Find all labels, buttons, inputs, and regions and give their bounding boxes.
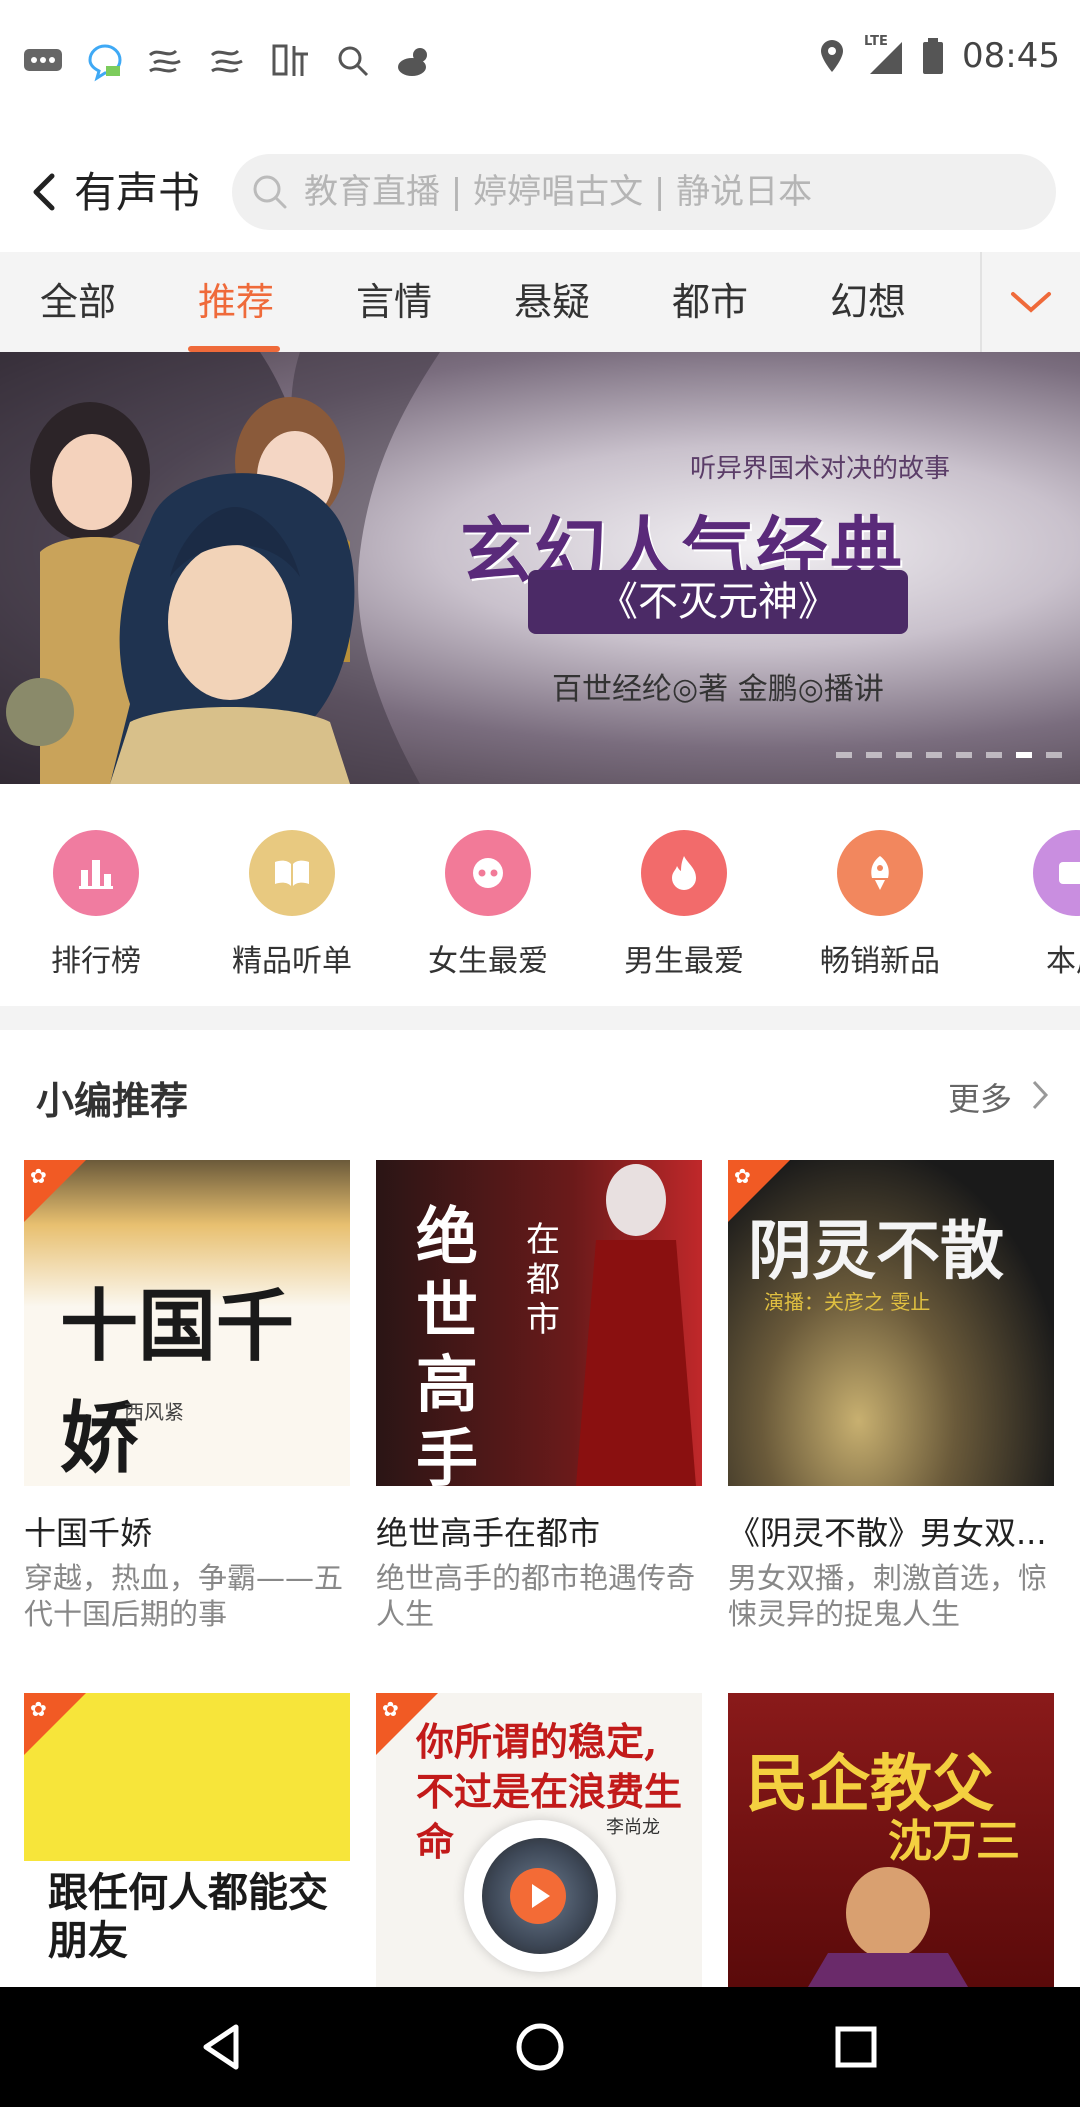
banner-book-title: 《不灭元神》 [528,570,908,634]
rocket-icon [837,830,923,916]
section-divider [0,1006,1080,1030]
cover-figure [576,1164,696,1486]
banner-tagline: 听异界国术对决的故事 [690,454,951,484]
swirl-icon [146,40,188,82]
play-icon [532,1884,550,1908]
expand-tabs-button[interactable] [980,252,1080,352]
pagination-dot [1046,752,1062,758]
tag-icon: ✿ [734,1164,751,1188]
clock: 08:45 [962,36,1060,76]
system-navigation-bar [0,1987,1080,2107]
swirl-icon [208,40,250,82]
pagination-dot-active [1016,752,1032,758]
tab-romance[interactable]: 言情 [334,252,454,352]
system-status: LTE 08:45 [818,34,1060,76]
tab-urban[interactable]: 都市 [650,252,770,352]
ranking-icon [53,830,139,916]
banner-credit: 百世经纶◎著 金鹏◎播讲 [552,672,884,707]
pagination-dot [986,752,1002,758]
tab-recommend[interactable]: 推荐 [176,252,296,352]
battery-icon [923,38,944,74]
book-cover: 十国千娇 西风紧 ✿ [24,1160,350,1486]
chevron-right-icon[interactable] [1026,1078,1054,1112]
book-cover: 绝世高手 在都市 [376,1160,702,1486]
more-link[interactable]: 更多 [948,1074,1012,1120]
pagination-dot [836,752,852,758]
book-cover: 民企教父 沈万三 [728,1693,1054,1987]
notification-icons [22,40,436,82]
banner-pagination [836,752,1062,758]
back-arrow-icon[interactable] [14,162,74,222]
book-description: 男女双播，刺激首选，惊悚灵异的捉鬼人生 [728,1561,1048,1631]
female-icon [445,830,531,916]
entry-playlists[interactable]: 精品听单 [202,830,382,980]
promo-banner[interactable]: 听异界国术对决的故事 玄幻人气经典 《不灭元神》 百世经纶◎著 金鹏◎播讲 [0,352,1080,784]
entry-female-favorites[interactable]: 女生最爱 [398,830,578,980]
pagination-dot [926,752,942,758]
nav-back-icon[interactable] [192,2017,252,2077]
entry-this-week[interactable]: 本周 [986,830,1080,980]
book-title: 十国千娇 [24,1514,153,1552]
chat-bubble-icon [84,40,126,82]
tab-fantasy[interactable]: 幻想 [808,252,928,352]
new-badge-icon [1033,830,1080,916]
tag-icon: ✿ [30,1697,47,1721]
flame-icon [641,830,727,916]
tag-icon: ✿ [30,1164,47,1188]
app-screen: LTE 08:45 有声书 全部 推荐 言情 悬疑 都市 幻想 [0,0,1080,2107]
category-tabs: 全部 推荐 言情 悬疑 都市 幻想 [0,252,1080,352]
pagination-dot [896,752,912,758]
editor-picks-header: 小编推荐 更多 [0,1060,1080,1132]
entry-male-favorites[interactable]: 男生最爱 [594,830,774,980]
nav-home-icon[interactable] [510,2017,570,2077]
tag-icon: ✿ [382,1697,399,1721]
search-bar[interactable] [232,154,1056,230]
nav-recents-icon[interactable] [826,2017,886,2077]
book-open-icon [249,830,335,916]
book-description: 穿越，热血，争霸——五代十国后期的事 [24,1561,344,1631]
entry-ranking[interactable]: 排行榜 [6,830,186,980]
weather-icon [394,40,436,82]
quick-entries: 排行榜 精品听单 女生最爱 男生最爱 畅销新品 本 [0,800,1080,1000]
location-icon [821,40,844,72]
book-title: 绝世高手在都市 [376,1514,601,1552]
entry-new-bestsellers[interactable]: 畅销新品 [790,830,970,980]
pagination-dot [956,752,972,758]
message-icon [22,40,64,82]
book-card-minqijiaofu[interactable]: 民企教父 沈万三 [728,1693,1054,1987]
cover-figure [808,1867,968,1987]
tab-all[interactable]: 全部 [18,252,138,352]
signal-icon: LTE [864,34,904,74]
chevron-down-icon [1011,292,1051,313]
pagination-dot [866,752,882,758]
book-card-jiaopengyou[interactable]: 跟任何人都能交朋友 ✿ [24,1693,350,1987]
tab-mystery[interactable]: 悬疑 [492,252,612,352]
search-icon [332,40,374,82]
book-card-jueshigaoshou[interactable]: 绝世高手 在都市 绝世高手在都市 绝世高手的都市艳遇传奇人生 [376,1160,702,1632]
book-cover: 阴灵不散 演播：关彦之 雯止 ✿ [728,1160,1054,1486]
status-bar: LTE 08:45 [0,0,1080,130]
search-input[interactable] [304,154,1024,230]
book-description: 绝世高手的都市艳遇传奇人生 [376,1561,696,1631]
page-title: 有声书 [74,168,201,217]
floating-audio-player[interactable] [464,1820,616,1972]
book-card-shiguoqianjiao[interactable]: 十国千娇 西风紧 ✿ 十国千娇 穿越，热血，争霸——五代十国后期的事 [24,1160,350,1632]
play-button[interactable] [510,1868,566,1924]
top-header: 有声书 [0,148,1080,240]
ting-app-icon [270,40,312,82]
book-card-yinlingbusan[interactable]: 阴灵不散 演播：关彦之 雯止 ✿ 《阴灵不散》男女双... 男女双播，刺激首选，… [728,1160,1054,1632]
section-title: 小编推荐 [36,1079,189,1123]
search-icon [253,175,287,209]
book-title: 《阴灵不散》男女双... [728,1514,1047,1552]
book-cover: 跟任何人都能交朋友 ✿ [24,1693,350,1987]
